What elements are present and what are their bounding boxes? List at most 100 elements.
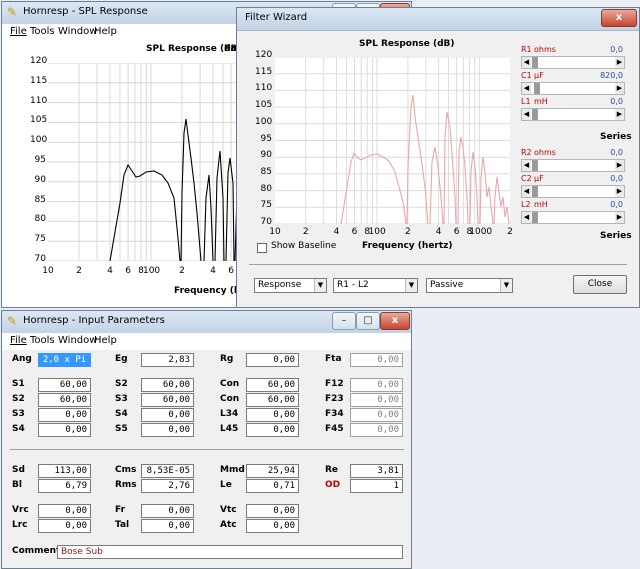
param-field-f34[interactable]: 0,00 (350, 408, 403, 422)
show-baseline-checkbox[interactable] (257, 243, 267, 253)
spl-menu-window[interactable]: Window (58, 26, 97, 37)
param-field-rg[interactable]: 0,00 (246, 353, 299, 367)
param-field-f23[interactable]: 0,00 (350, 393, 403, 407)
param-label-con: Con (220, 394, 240, 404)
slider-c1[interactable]: ◀ ▶ (521, 82, 625, 95)
filter-title-bar[interactable]: Filter Wizard x (237, 8, 639, 31)
param-field-con[interactable]: 60,00 (246, 393, 299, 407)
param-field-mmd[interactable]: 25,94 (246, 464, 299, 478)
param-field-f45[interactable]: 0,00 (350, 423, 403, 437)
spl-menu-file[interactable]: File (10, 26, 27, 37)
param-field-re[interactable]: 3,81 (350, 464, 403, 478)
chevron-right-icon[interactable]: ▶ (615, 57, 624, 68)
param-label-s5: S5 (115, 424, 128, 434)
param-field-eg[interactable]: 2,83 (141, 353, 194, 367)
slider-r1[interactable]: ◀ ▶ (521, 56, 625, 69)
input-minimize-button[interactable]: – (332, 312, 356, 330)
circuit-select[interactable]: R1 - L2 ▼ (333, 278, 418, 293)
param-field-s4[interactable]: 0,00 (141, 408, 194, 422)
filter-close-button[interactable]: x (601, 9, 637, 27)
param-field-s3[interactable]: 0,00 (38, 408, 91, 422)
slider-thumb[interactable] (532, 186, 538, 197)
param-field-tal[interactable]: 0,00 (141, 519, 194, 533)
param-field-s4[interactable]: 0,00 (38, 423, 91, 437)
param-field-vtc[interactable]: 0,00 (246, 504, 299, 518)
chevron-right-icon[interactable]: ▶ (615, 186, 624, 197)
filter-y-tick-label: 105 (255, 100, 273, 111)
slider-c2-name: C2 (521, 174, 532, 183)
slider-c1-name: C1 (521, 71, 532, 80)
input-maximize-button[interactable]: □ (356, 312, 380, 330)
slider-thumb[interactable] (532, 160, 538, 171)
param-field-l34[interactable]: 0,00 (246, 408, 299, 422)
slider-thumb[interactable] (532, 212, 538, 223)
param-field-f12[interactable]: 0,00 (350, 378, 403, 392)
filter-y-tick-label: 100 (255, 116, 273, 127)
chevron-left-icon[interactable]: ◀ (522, 160, 531, 171)
param-field-sd[interactable]: 113,00 (38, 464, 91, 478)
chevron-left-icon[interactable]: ◀ (522, 212, 531, 223)
param-field-l45[interactable]: 0,00 (246, 423, 299, 437)
param-label-eg: Eg (115, 354, 128, 364)
param-field-atc[interactable]: 0,00 (246, 519, 299, 533)
param-field-lrc[interactable]: 0,00 (38, 519, 91, 533)
filter-close-action-button[interactable]: Close (573, 275, 627, 294)
param-field-rms[interactable]: 2,76 (141, 479, 194, 493)
param-field-s2[interactable]: 60,00 (38, 393, 91, 407)
param-field-cms[interactable]: 8,53E-05 (141, 464, 194, 478)
slider-r2-value: 0,0 (610, 148, 623, 157)
param-field-con[interactable]: 60,00 (246, 378, 299, 392)
slider-thumb[interactable] (532, 57, 538, 68)
slider-thumb[interactable] (534, 83, 540, 94)
input-title-bar[interactable]: ✎ Hornresp - Input Parameters – □ x (2, 311, 411, 334)
show-baseline-label: Show Baseline (271, 241, 337, 251)
slider-r2[interactable]: ◀ ▶ (521, 159, 625, 172)
param-field-fr[interactable]: 0,00 (141, 504, 194, 518)
param-field-s1[interactable]: 60,00 (38, 378, 91, 392)
chevron-right-icon[interactable]: ▶ (615, 160, 624, 171)
chevron-left-icon[interactable]: ◀ (522, 109, 531, 120)
param-field-s3[interactable]: 60,00 (141, 393, 194, 407)
slider-r1-value: 0,0 (610, 45, 623, 54)
chevron-down-icon: ▼ (405, 279, 417, 292)
chevron-left-icon[interactable]: ◀ (522, 83, 531, 94)
param-label-s4: S4 (12, 424, 25, 434)
param-field-s5[interactable]: 0,00 (141, 423, 194, 437)
param-label-bl: Bl (12, 480, 22, 490)
param-field-od[interactable]: 1 (350, 479, 403, 493)
input-menu-window[interactable]: Window (58, 335, 97, 346)
slider-r1-name: R1 (521, 45, 532, 54)
spl-response-curve (109, 118, 238, 261)
slider-c2[interactable]: ◀ ▶ (521, 185, 625, 198)
filter-y-tick-label: 110 (255, 83, 273, 94)
chevron-left-icon[interactable]: ◀ (522, 57, 531, 68)
param-label-cms: Cms (115, 465, 137, 475)
filter-x-tick-label: 2 (302, 227, 309, 237)
spl-y-tick-label: 100 (30, 135, 48, 146)
comment-field[interactable]: Bose Sub (57, 545, 403, 559)
spl-menu-tools[interactable]: Tools (30, 26, 55, 37)
param-field-bl[interactable]: 6,79 (38, 479, 91, 493)
chevron-right-icon[interactable]: ▶ (615, 83, 624, 94)
slider-c1-value: 820,0 (600, 71, 623, 80)
chevron-right-icon[interactable]: ▶ (615, 212, 624, 223)
input-menu-tools[interactable]: Tools (30, 335, 55, 346)
chevron-right-icon[interactable]: ▶ (615, 109, 624, 120)
slider-r2-name: R2 (521, 148, 532, 157)
param-field-fta[interactable]: 0,00 (350, 353, 403, 367)
response-select[interactable]: Response ▼ (254, 278, 327, 293)
spl-menu-help[interactable]: Help (94, 26, 117, 37)
slider-l2[interactable]: ◀ ▶ (521, 211, 625, 224)
filter-type-select[interactable]: Passive ▼ (426, 278, 513, 293)
slider-thumb[interactable] (532, 109, 538, 120)
chevron-left-icon[interactable]: ◀ (522, 186, 531, 197)
param-field-le[interactable]: 0,71 (246, 479, 299, 493)
filter-y-tick-label: 75 (260, 200, 272, 211)
param-field-vrc[interactable]: 0,00 (38, 504, 91, 518)
slider-l1[interactable]: ◀ ▶ (521, 108, 625, 121)
input-menu-file[interactable]: File (10, 335, 27, 346)
param-field-s2[interactable]: 60,00 (141, 378, 194, 392)
input-close-button[interactable]: x (380, 312, 410, 330)
input-menu-help[interactable]: Help (94, 335, 117, 346)
param-field-ang[interactable]: 2,0 x Pi (38, 353, 91, 367)
